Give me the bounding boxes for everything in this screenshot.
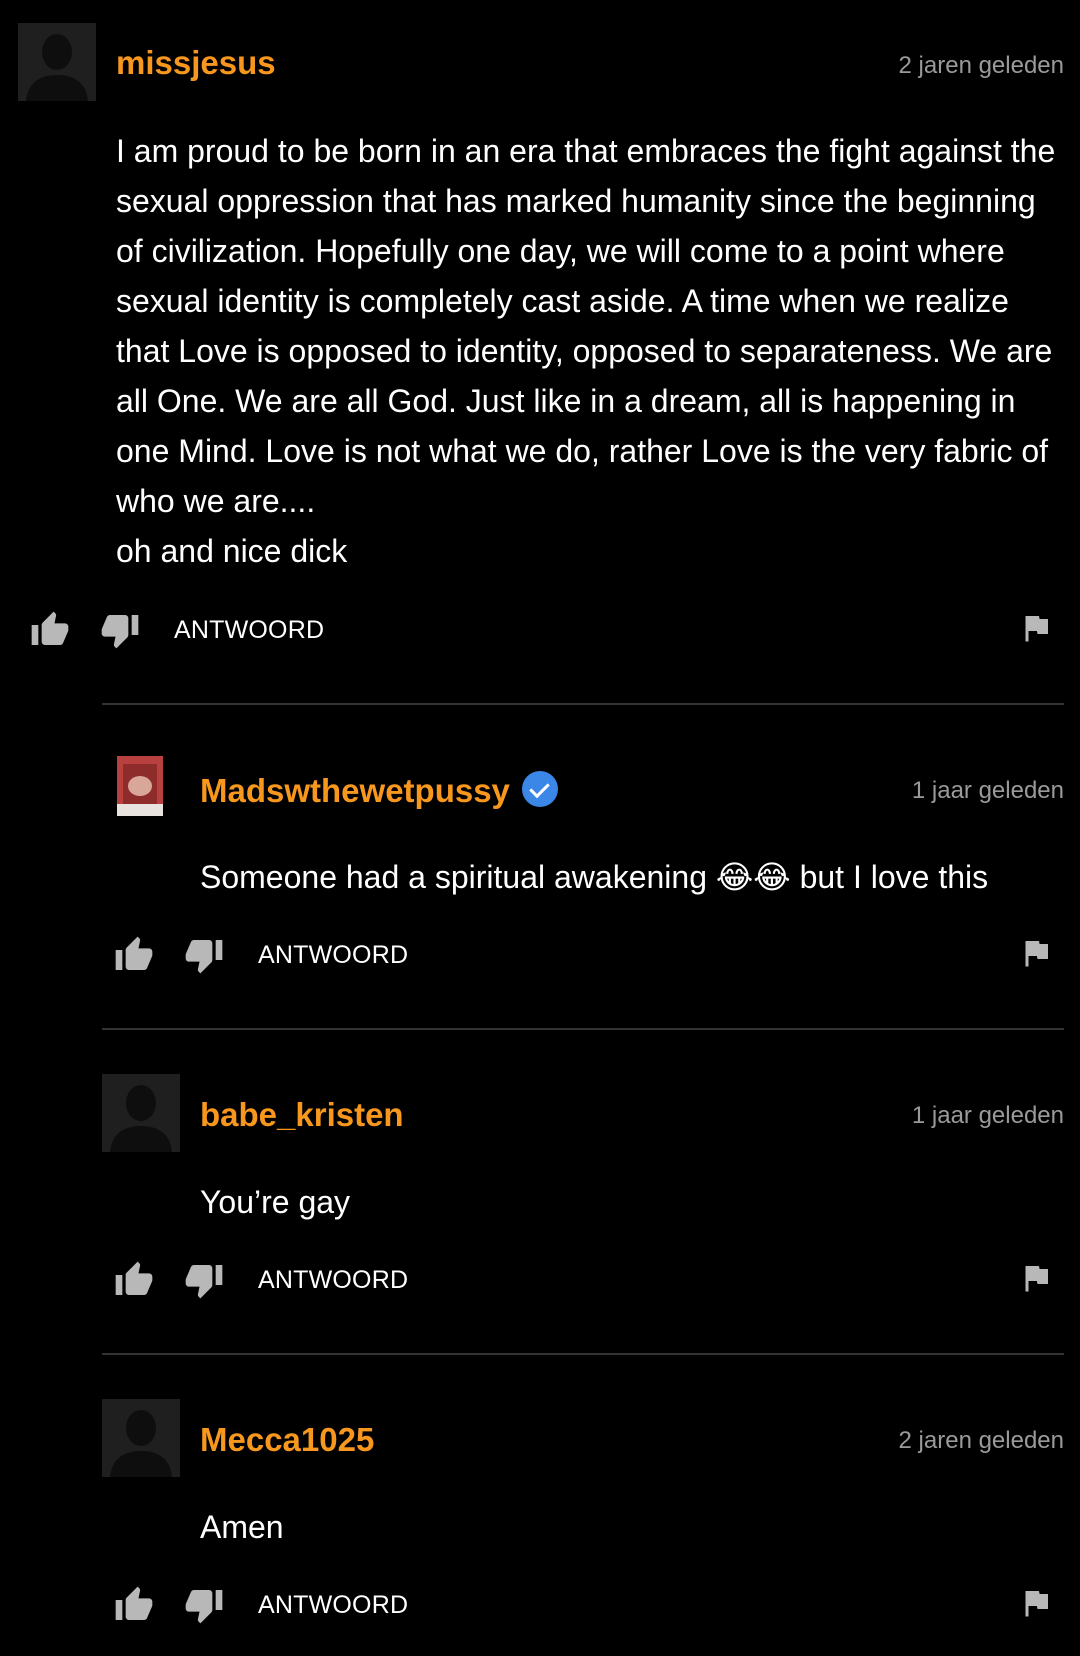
comment-text: I am proud to be born in an era that emb… — [116, 133, 1056, 569]
thumbs-down-icon[interactable] — [184, 935, 224, 975]
timestamp: 1 jaar geleden — [911, 1102, 1064, 1129]
comment-actions: ANTWOORD — [102, 929, 1080, 981]
reply-comment: Mecca1025 2 jaren geleden Amen ANTWOORD — [102, 1354, 1080, 1656]
comment-actions: ANTWOORD — [102, 1579, 1080, 1631]
comment-actions: ANTWOORD — [102, 1254, 1080, 1306]
comment: missjesus 2 jaren geleden I am proud to … — [0, 0, 1080, 704]
verified-badge-icon — [521, 771, 558, 807]
default-avatar-icon — [102, 1399, 180, 1477]
avatar[interactable] — [117, 756, 163, 816]
avatar[interactable] — [102, 1399, 180, 1477]
username[interactable]: Mecca1025 — [200, 1421, 374, 1459]
timestamp: 2 jaren geleden — [898, 1427, 1064, 1454]
comment-actions: ANTWOORD — [0, 604, 1080, 656]
default-avatar-icon — [102, 1074, 180, 1152]
username[interactable]: babe_kristen — [200, 1096, 404, 1134]
username[interactable]: Madswthewetpussy — [200, 771, 558, 810]
reply-button[interactable]: ANTWOORD — [258, 1266, 408, 1295]
flag-icon[interactable] — [1018, 1258, 1054, 1298]
comment-text: Amen — [200, 1509, 284, 1545]
flag-icon[interactable] — [1018, 1583, 1054, 1623]
username[interactable]: missjesus — [116, 44, 276, 82]
comment-text: You’re gay — [200, 1184, 351, 1220]
reply-button[interactable]: ANTWOORD — [258, 941, 408, 970]
avatar[interactable] — [102, 1074, 180, 1152]
thumbs-down-icon[interactable] — [100, 610, 140, 650]
thumbs-up-icon[interactable] — [30, 610, 70, 650]
reply-button[interactable]: ANTWOORD — [258, 1591, 408, 1620]
user-avatar-icon — [117, 756, 163, 816]
flag-icon[interactable] — [1018, 933, 1054, 973]
comment-text: Someone had a spiritual awakening 😂😂 but… — [200, 859, 989, 895]
reply-button[interactable]: ANTWOORD — [174, 616, 324, 645]
timestamp: 2 jaren geleden — [898, 52, 1064, 79]
default-avatar-icon — [18, 23, 96, 101]
thumbs-up-icon[interactable] — [114, 1585, 154, 1625]
reply-comment: babe_kristen 1 jaar geleden You’re gay A… — [102, 1029, 1080, 1354]
reply-comment: Madswthewetpussy 1 jaar geleden Someone … — [102, 704, 1080, 1029]
timestamp: 1 jaar geleden — [911, 777, 1064, 804]
thumbs-up-icon[interactable] — [114, 935, 154, 975]
username-text[interactable]: Madswthewetpussy — [200, 772, 510, 809]
flag-icon[interactable] — [1018, 608, 1054, 648]
avatar[interactable] — [18, 23, 96, 101]
thumbs-down-icon[interactable] — [184, 1260, 224, 1300]
thumbs-down-icon[interactable] — [184, 1585, 224, 1625]
thumbs-up-icon[interactable] — [114, 1260, 154, 1300]
